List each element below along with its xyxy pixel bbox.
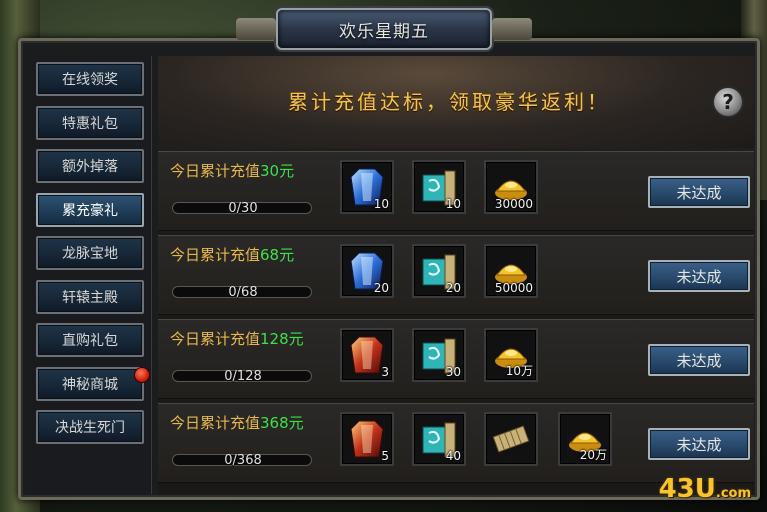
progress-text: 0/128 bbox=[224, 369, 262, 384]
sidebar-item-extra-drop[interactable]: 额外掉落 bbox=[36, 149, 144, 183]
row-requirement: 今日累计充值128元 bbox=[170, 328, 304, 349]
reward-quantity: 30 bbox=[445, 365, 461, 379]
claim-button-label: 未达成 bbox=[676, 351, 722, 370]
sidebar-item-dragon-land[interactable]: 龙脉宝地 bbox=[36, 236, 144, 270]
reward-slot[interactable]: 50000 bbox=[484, 244, 538, 298]
reward-slot[interactable]: 30 bbox=[412, 328, 466, 382]
reward-quantity: 20 bbox=[445, 281, 461, 295]
reward-quantity: 3 bbox=[381, 365, 389, 379]
claim-button[interactable]: 未达成 bbox=[648, 176, 750, 208]
title-ornament-right bbox=[492, 18, 532, 40]
site-watermark-logo: 43U.com bbox=[659, 474, 751, 504]
row-requirement: 今日累计充值68元 bbox=[170, 244, 294, 265]
reward-slot[interactable]: 20 bbox=[340, 244, 394, 298]
requirement-prefix: 今日累计充值 bbox=[170, 246, 261, 264]
reward-quantity: 10万 bbox=[505, 364, 533, 378]
sidebar: 在线领奖 特惠礼包 额外掉落 累充豪礼 龙脉宝地 轩辕主殿 直购礼包 神秘商城 … bbox=[30, 56, 152, 494]
row-requirement: 今日累计充值30元 bbox=[170, 160, 294, 181]
reward-slot[interactable]: 10万 bbox=[484, 328, 538, 382]
requirement-amount: 368元 bbox=[260, 414, 304, 432]
claim-button[interactable]: 未达成 bbox=[648, 260, 750, 292]
reward-slot[interactable]: 20 bbox=[412, 244, 466, 298]
reward-slot[interactable]: 3 bbox=[340, 328, 394, 382]
sidebar-item-label: 决战生死门 bbox=[55, 420, 125, 436]
progress-text: 0/68 bbox=[228, 285, 258, 300]
bamboo-scroll-icon bbox=[492, 425, 530, 453]
sidebar-item-label: 在线领奖 bbox=[62, 72, 118, 88]
reward-slot[interactable]: 10 bbox=[340, 160, 394, 214]
sidebar-item-xuanyuan-hall[interactable]: 轩辕主殿 bbox=[36, 280, 144, 314]
reward-slot[interactable]: 40 bbox=[412, 412, 466, 466]
sidebar-item-life-death-gate[interactable]: 决战生死门 bbox=[36, 410, 144, 444]
claim-button[interactable]: 未达成 bbox=[648, 344, 750, 376]
progress-bar: 0/368 bbox=[172, 453, 312, 468]
progress-text: 0/368 bbox=[224, 453, 262, 468]
reward-row: 今日累计充值68元 0/68 20 20 50000 未达成 bbox=[158, 235, 754, 315]
progress-bar: 0/128 bbox=[172, 369, 312, 384]
requirement-amount: 68元 bbox=[260, 246, 295, 264]
progress-bar: 0/68 bbox=[172, 285, 312, 300]
reward-quantity: 20 bbox=[373, 281, 389, 295]
requirement-prefix: 今日累计充值 bbox=[170, 414, 261, 432]
sidebar-item-label: 神秘商城 bbox=[62, 377, 118, 393]
reward-quantity: 40 bbox=[445, 449, 461, 463]
window-title: 欢乐星期五 bbox=[339, 21, 429, 42]
title-plate: 欢乐星期五 bbox=[236, 8, 532, 50]
sidebar-item-online-reward[interactable]: 在线领奖 bbox=[36, 62, 144, 96]
content-panel: 累计充值达标，领取豪华返利！ ? 今日累计充值30元 0/30 10 10 30… bbox=[158, 56, 754, 494]
claim-button-label: 未达成 bbox=[676, 267, 722, 286]
reward-slot[interactable] bbox=[484, 412, 538, 466]
reward-slot[interactable]: 5 bbox=[340, 412, 394, 466]
reward-slot[interactable]: 10 bbox=[412, 160, 466, 214]
row-requirement: 今日累计充值368元 bbox=[170, 412, 304, 433]
reward-row: 今日累计充值128元 0/128 3 30 10万 未达成 bbox=[158, 319, 754, 399]
requirement-amount: 128元 bbox=[260, 330, 304, 348]
reward-slot[interactable]: 30000 bbox=[484, 160, 538, 214]
sidebar-item-direct-pack[interactable]: 直购礼包 bbox=[36, 323, 144, 357]
sidebar-item-label: 额外掉落 bbox=[62, 159, 118, 175]
notification-dot-icon bbox=[134, 367, 150, 383]
reward-quantity: 10 bbox=[373, 197, 389, 211]
reward-row: 今日累计充值368元 0/368 5 40 20万 未达成 bbox=[158, 403, 754, 483]
requirement-prefix: 今日累计充值 bbox=[170, 162, 261, 180]
claim-button-label: 未达成 bbox=[676, 435, 722, 454]
sidebar-item-label: 直购礼包 bbox=[62, 333, 118, 349]
title-ornament-left bbox=[236, 18, 276, 40]
reward-slot[interactable]: 20万 bbox=[558, 412, 612, 466]
sidebar-item-discount-pack[interactable]: 特惠礼包 bbox=[36, 106, 144, 140]
banner-text: 累计充值达标，领取豪华返利！ bbox=[288, 90, 610, 114]
reward-row: 今日累计充值30元 0/30 10 10 30000 未达成 bbox=[158, 151, 754, 231]
progress-text: 0/30 bbox=[228, 201, 258, 216]
sidebar-item-cumulative-recharge[interactable]: 累充豪礼 bbox=[36, 193, 144, 227]
help-button[interactable]: ? bbox=[712, 86, 744, 118]
requirement-amount: 30元 bbox=[260, 162, 295, 180]
sidebar-item-label: 龙脉宝地 bbox=[62, 246, 118, 262]
requirement-prefix: 今日累计充值 bbox=[170, 330, 261, 348]
reward-quantity: 20万 bbox=[579, 448, 607, 462]
claim-button-label: 未达成 bbox=[676, 183, 722, 202]
reward-quantity: 5 bbox=[381, 449, 389, 463]
sidebar-item-label: 累充豪礼 bbox=[62, 203, 118, 219]
progress-bar: 0/30 bbox=[172, 201, 312, 216]
watermark-main: 43U bbox=[658, 474, 716, 504]
sidebar-item-label: 特惠礼包 bbox=[62, 116, 118, 132]
reward-quantity: 30000 bbox=[494, 197, 533, 211]
reward-quantity: 10 bbox=[445, 197, 461, 211]
sidebar-item-mystery-shop[interactable]: 神秘商城 bbox=[36, 367, 150, 401]
reward-quantity: 50000 bbox=[494, 281, 533, 295]
sidebar-item-label: 轩辕主殿 bbox=[62, 290, 118, 306]
watermark-suffix: .com bbox=[715, 486, 751, 501]
game-scene: 欢乐星期五 在线领奖 特惠礼包 额外掉落 累充豪礼 龙脉宝地 轩辕主殿 直购礼包… bbox=[0, 0, 767, 512]
claim-button[interactable]: 未达成 bbox=[648, 428, 750, 460]
help-icon: ? bbox=[722, 90, 734, 114]
